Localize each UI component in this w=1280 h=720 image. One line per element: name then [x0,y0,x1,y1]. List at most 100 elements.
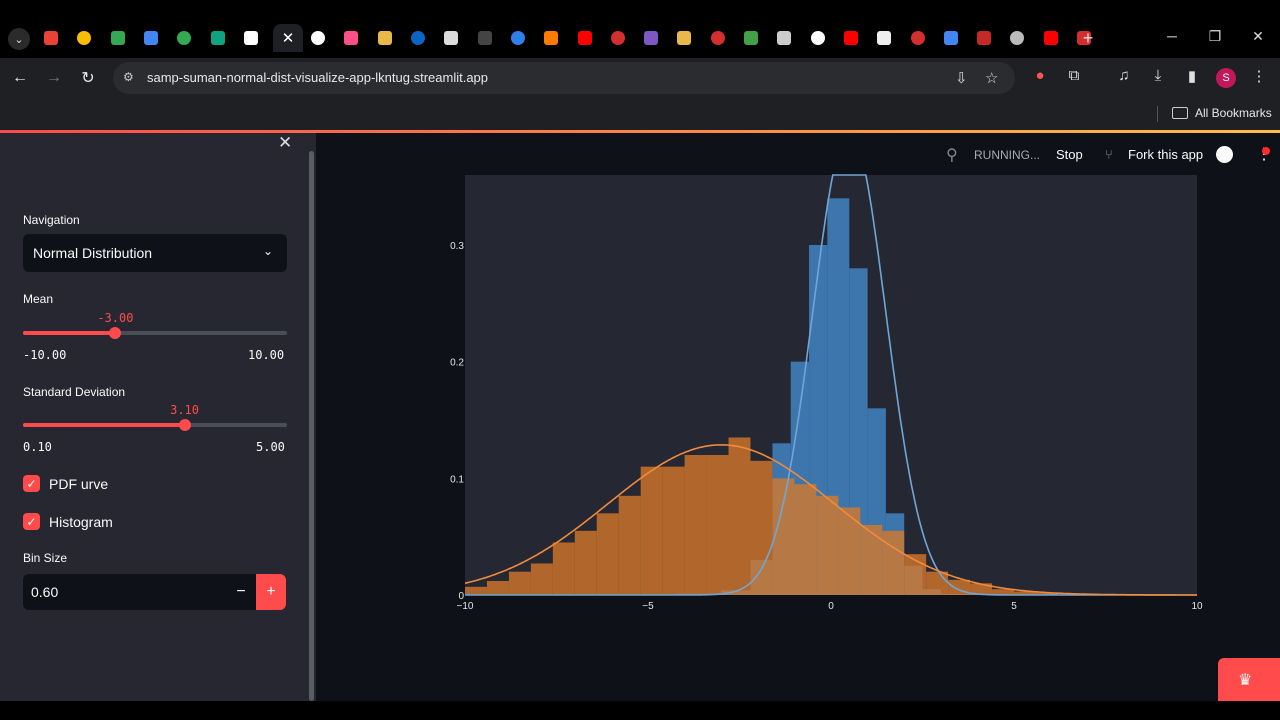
y-tick-label: 0.2 [450,358,464,369]
browser-tab[interactable] [1036,24,1066,52]
bin-size-input[interactable]: 0.60 − + [23,574,286,610]
tab-favicon-icon [943,31,958,45]
browser-tab[interactable] [803,24,833,52]
tab-favicon-icon [1010,31,1025,45]
pdf-checkbox-label[interactable]: PDF urve [49,476,108,492]
browser-tab[interactable] [503,24,533,52]
browser-menu-icon[interactable]: ⋮ [1248,67,1270,85]
browser-tab[interactable] [103,24,133,52]
address-bar[interactable]: ⚙ samp-suman-normal-dist-visualize-app-l… [113,62,1015,94]
mean-slider[interactable] [23,327,287,339]
close-sidebar-icon[interactable]: ✕ [278,133,292,153]
browser-tab[interactable] [1002,24,1032,52]
forward-icon[interactable]: → [42,66,66,90]
browser-tab[interactable] [903,24,933,52]
fork-app-button[interactable]: Fork this app [1128,147,1203,162]
browser-tab[interactable] [303,24,333,52]
reload-icon[interactable]: ↻ [76,66,100,90]
side-panel-icon[interactable]: ▮ [1181,67,1203,85]
histogram-checkbox[interactable]: ✓ [23,513,40,530]
browser-tab[interactable] [769,24,799,52]
browser-tab[interactable] [336,24,366,52]
x-tick-label: 0 [828,601,834,612]
tab-favicon-icon [644,31,659,45]
tab-favicon-icon [110,31,125,45]
browser-tab[interactable] [603,24,633,52]
std-slider-fill [23,423,185,427]
stop-button[interactable]: Stop [1056,147,1083,162]
browser-tab[interactable] [436,24,466,52]
std-label: Standard Deviation [23,385,126,399]
histogram-bar [706,455,729,595]
decrement-button[interactable]: − [226,574,256,610]
browser-tab[interactable] [136,24,166,52]
folder-icon[interactable] [1172,107,1188,119]
extensions-puzzle-icon[interactable]: ⧉ [1063,67,1085,84]
tab-favicon-icon [843,31,858,45]
y-tick-label: 0.3 [450,241,464,252]
notification-dot [1262,147,1270,155]
histogram-bar [684,455,707,595]
std-slider[interactable] [23,419,287,431]
all-bookmarks-link[interactable]: All Bookmarks [1195,106,1272,120]
browser-tab[interactable] [203,24,233,52]
browser-tab[interactable] [536,24,566,52]
extension-icon[interactable]: ● [1029,67,1051,84]
profile-avatar[interactable]: S [1216,68,1236,88]
tab-favicon-icon [311,31,326,45]
tab-favicon-icon [44,31,58,45]
tab-favicon-icon [710,31,725,45]
browser-tab[interactable] [403,24,433,52]
pdf-checkbox[interactable]: ✓ [23,475,40,492]
histogram-bar [508,571,531,595]
bookmark-star-icon[interactable]: ☆ [985,69,998,87]
histogram-chart[interactable]: −10 −5 0 5 10 0 0.1 0.2 0.3 [440,170,1230,620]
browser-tab[interactable] [636,24,666,52]
browser-tab[interactable] [736,24,766,52]
navigation-select[interactable]: Normal Distribution ⌄ [23,234,287,272]
tab-search-button[interactable]: ⌄ [8,28,30,50]
browser-tab[interactable] [169,24,199,52]
new-tab-button[interactable]: + [1078,28,1098,49]
browser-tab[interactable] [836,24,866,52]
tab-favicon-icon [577,31,592,45]
browser-tab[interactable] [869,24,899,52]
sidebar-scrollbar[interactable] [309,151,314,701]
browser-tab[interactable] [570,24,600,52]
close-window-icon[interactable]: ✕ [1248,28,1268,45]
tab-favicon-icon [910,31,925,45]
github-icon[interactable] [1216,146,1233,163]
browser-tab[interactable] [236,24,266,52]
browser-tab[interactable] [69,24,99,52]
histogram-bar [772,478,795,595]
tab-active[interactable]: ✕ [273,24,303,52]
histogram-checkbox-label[interactable]: Histogram [49,514,113,530]
browser-tab[interactable] [669,24,699,52]
site-info-icon[interactable]: ⚙ [123,70,139,86]
browser-tab[interactable] [936,24,966,52]
media-control-icon[interactable]: ♫ [1113,67,1135,84]
histogram-bar [926,571,949,595]
std-slider-thumb[interactable] [178,419,191,431]
browser-tab[interactable] [703,24,733,52]
streamlit-badge[interactable]: ♛ [1218,658,1280,701]
browser-tab[interactable] [470,24,500,52]
mean-slider-thumb[interactable] [109,327,122,339]
restore-icon[interactable]: ❐ [1205,28,1225,45]
back-icon[interactable]: ← [8,66,32,90]
y-tick-label: 0.1 [450,474,464,485]
browser-tab[interactable] [370,24,400,52]
install-app-icon[interactable]: ⇩ [955,69,968,87]
increment-button[interactable]: + [256,574,286,610]
tab-favicon-icon [877,31,892,45]
minimize-icon[interactable]: ─ [1162,28,1182,44]
browser-tab[interactable] [36,24,66,52]
browser-window: ⌄ ✕ + ─ ❐ ✕ ← → ↻ ⚙ samp-suman-normal-di… [0,0,1280,720]
std-max: 5.00 [256,440,285,454]
bin-size-value[interactable]: 0.60 [31,584,58,600]
running-status: RUNNING... [974,148,1040,162]
close-tab-icon[interactable]: ✕ [282,29,295,47]
tab-favicon-icon [444,31,459,45]
browser-tab[interactable] [969,24,999,52]
downloads-icon[interactable]: ⤓ [1147,67,1169,84]
